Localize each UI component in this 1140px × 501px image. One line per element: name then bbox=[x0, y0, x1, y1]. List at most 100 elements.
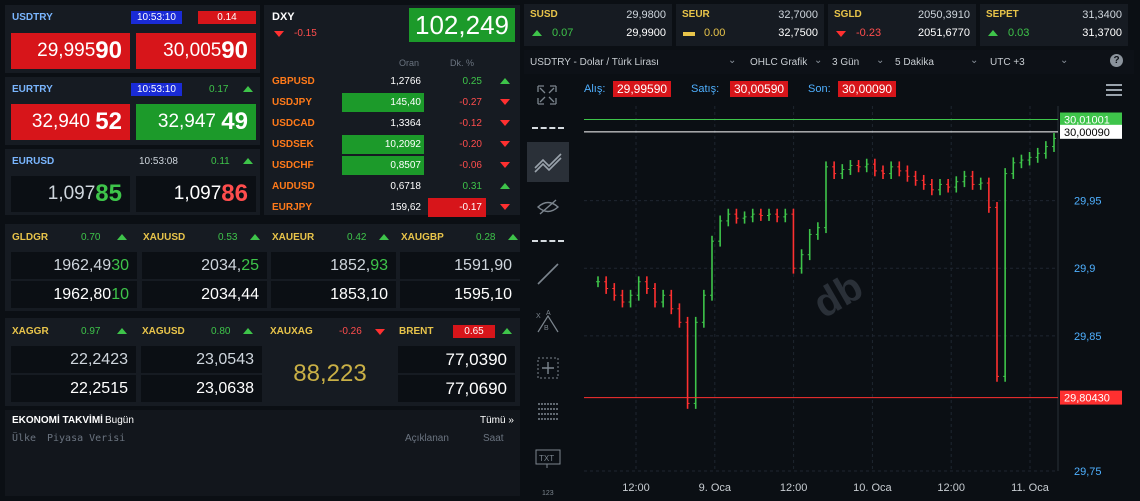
metal-bid[interactable]: 1852, 93 bbox=[271, 252, 396, 279]
metal-bid[interactable]: 1591,90 bbox=[400, 252, 520, 279]
draw-trend-tool[interactable] bbox=[527, 142, 569, 182]
fx-row[interactable]: USDCHF 0,8507 -0.06 bbox=[264, 155, 520, 176]
fx-change: -0.12 bbox=[459, 118, 482, 129]
metal-ask[interactable]: 1962,80 10 bbox=[11, 281, 137, 308]
metal-bid[interactable]: 1962,49 30 bbox=[11, 252, 137, 279]
chevron-down-icon[interactable]: ⌄ bbox=[728, 55, 736, 66]
xagusd-symbol[interactable]: XAGUSD bbox=[142, 326, 185, 337]
eurusd-panel[interactable]: EURUSD 10:53:08 0.11 1,097 85 1,097 86 bbox=[5, 149, 260, 215]
calendar-desc-header: Açıklanan bbox=[405, 433, 449, 444]
chevron-down-icon[interactable]: ⌄ bbox=[814, 55, 822, 66]
xauxag-symbol[interactable]: XAUXAG bbox=[270, 326, 313, 337]
help-icon[interactable]: ? bbox=[1110, 54, 1123, 67]
line-tool-icon[interactable] bbox=[536, 262, 560, 286]
usdtry-bid[interactable]: 29,995 90 bbox=[11, 33, 130, 69]
top-value-1: 2050,3910 bbox=[918, 9, 970, 21]
fx-change: -0.27 bbox=[459, 97, 482, 108]
metal-ask[interactable]: 1853,10 bbox=[271, 281, 396, 308]
top-quote[interactable]: SEUR 32,7000 32,7500 0.00 bbox=[676, 4, 824, 46]
metal-ask[interactable]: 2034,44 bbox=[142, 281, 267, 308]
fx-row[interactable]: USDSEK 10,2092 -0.20 bbox=[264, 134, 520, 155]
down-arrow-icon bbox=[836, 31, 846, 37]
xaggr-ask[interactable]: 22,2515 bbox=[11, 375, 136, 402]
change-header: Dk. % bbox=[450, 58, 475, 68]
metal-symbol[interactable]: XAUUSD bbox=[143, 232, 185, 243]
xagusd-bid[interactable]: 23,0543 bbox=[141, 346, 262, 373]
up-arrow-icon bbox=[117, 328, 127, 334]
eurtry-ask[interactable]: 32,947 49 bbox=[136, 104, 256, 140]
metal-ask[interactable]: 1595,10 bbox=[400, 281, 520, 308]
xaggr-bid[interactable]: 22,2423 bbox=[11, 346, 136, 373]
top-quote[interactable]: SEPET 31,3400 31,3700 0.03 bbox=[980, 4, 1128, 46]
fx-row[interactable]: AUDUSD 0,6718 0.31 bbox=[264, 176, 520, 197]
dxy-symbol[interactable]: DXY bbox=[272, 11, 295, 23]
crosshair-icon[interactable] bbox=[536, 356, 560, 380]
top-symbol[interactable]: SGLD bbox=[834, 9, 862, 20]
calendar-title: EKONOMİ TAKVİMİ bbox=[12, 415, 103, 426]
usdtry-ask[interactable]: 30,005 90 bbox=[136, 33, 256, 69]
usdtry-panel[interactable]: USDTRY 10:53:10 0.14 29,995 90 30,005 90 bbox=[5, 5, 260, 73]
usdtry-symbol[interactable]: USDTRY bbox=[12, 12, 53, 23]
brent-symbol[interactable]: BRENT bbox=[399, 326, 433, 337]
fx-symbol[interactable]: AUDUSD bbox=[272, 181, 315, 192]
pattern-tool-icon[interactable]: X A B bbox=[534, 308, 562, 336]
fx-row[interactable]: USDJPY 145,40 -0.27 bbox=[264, 92, 520, 113]
fx-symbol[interactable]: USDJPY bbox=[272, 97, 312, 108]
xagusd-ask[interactable]: 23,0638 bbox=[141, 375, 262, 402]
text-tool-icon[interactable]: TXT bbox=[535, 448, 561, 470]
price-label: 29,80430 bbox=[1064, 393, 1110, 405]
eurtry-symbol[interactable]: EURTRY bbox=[12, 84, 53, 95]
metal-symbol[interactable]: GLDGR bbox=[12, 232, 48, 243]
range-select[interactable]: 3 Gün bbox=[832, 57, 859, 68]
fx-row[interactable]: GBPUSD 1,2766 0.25 bbox=[264, 71, 520, 92]
eurtry-panel[interactable]: EURTRY 10:53:10 0.17 32,940 52 32,947 49 bbox=[5, 77, 260, 145]
xauxag-value[interactable]: 88,223 bbox=[267, 346, 393, 402]
price-chart[interactable]: 29,95 29,9 29,85 29,75 12:00 9. Oca 12:00 10. O… bbox=[576, 76, 1134, 496]
top-symbol[interactable]: SUSD bbox=[530, 9, 558, 20]
fibonacci-icon[interactable] bbox=[536, 401, 560, 423]
fx-rate: 1,3364 bbox=[390, 118, 421, 129]
eurtry-bid[interactable]: 32,940 52 bbox=[11, 104, 130, 140]
top-quote[interactable]: SUSD 29,9800 29,9900 0.07 bbox=[524, 4, 672, 46]
fx-symbol[interactable]: USDCAD bbox=[272, 118, 315, 129]
metal-symbol[interactable]: XAUGBP bbox=[401, 232, 444, 243]
brent-bid[interactable]: 77,0390 bbox=[398, 346, 515, 373]
eurusd-ask[interactable]: 1,097 86 bbox=[136, 176, 256, 212]
eurusd-symbol[interactable]: EURUSD bbox=[12, 156, 54, 167]
fx-symbol[interactable]: EURJPY bbox=[272, 202, 312, 213]
brent-ask[interactable]: 77,0690 bbox=[398, 375, 515, 402]
up-arrow-icon bbox=[502, 328, 512, 334]
hide-eye-icon[interactable] bbox=[536, 198, 560, 216]
chevron-down-icon[interactable]: ⌄ bbox=[970, 55, 978, 66]
fx-row[interactable]: EURJPY 159,62 -0.17 bbox=[264, 197, 520, 218]
down-arrow-icon bbox=[500, 204, 510, 210]
fx-symbol[interactable]: USDCHF bbox=[272, 160, 314, 171]
calendar-market-header: Piyasa Verisi bbox=[47, 433, 126, 444]
top-value-1: 32,7000 bbox=[778, 9, 818, 21]
fx-row[interactable]: USDCAD 1,3364 -0.12 bbox=[264, 113, 520, 134]
chart-type-select[interactable]: OHLC Grafik bbox=[750, 57, 807, 68]
top-symbol[interactable]: SEUR bbox=[682, 9, 710, 20]
interval-select[interactable]: 5 Dakika bbox=[895, 57, 934, 68]
top-value-2: 31,3700 bbox=[1082, 27, 1122, 39]
fx-symbol[interactable]: GBPUSD bbox=[272, 76, 315, 87]
eurusd-bid[interactable]: 1,097 85 bbox=[11, 176, 130, 212]
top-value-2: 32,7500 bbox=[778, 27, 818, 39]
xaggr-symbol[interactable]: XAGGR bbox=[12, 326, 49, 337]
dxy-value[interactable]: 102,249 bbox=[409, 8, 515, 42]
chart-area[interactable]: Alış: 29,99590 Satış: 30,00590 Son: 30,0… bbox=[576, 76, 1134, 496]
calendar-all-link[interactable]: Tümü » bbox=[480, 415, 514, 426]
fullscreen-icon[interactable] bbox=[536, 84, 558, 106]
metal-symbol[interactable]: XAUEUR bbox=[272, 232, 314, 243]
timezone-select[interactable]: UTC +3 bbox=[990, 57, 1025, 68]
top-symbol[interactable]: SEPET bbox=[986, 9, 1019, 20]
metals-panel: GLDGR 0.70 1962,49 30 1962,80 10 XAUUSD 0.53 203… bbox=[5, 224, 520, 311]
chevron-down-icon[interactable]: ⌄ bbox=[876, 55, 884, 66]
down-arrow-icon bbox=[500, 162, 510, 168]
metal-change: 0.53 bbox=[218, 232, 238, 243]
top-quote[interactable]: SGLD 2050,3910 2051,6770 -0.23 bbox=[828, 4, 976, 46]
metal-bid[interactable]: 2034, 25 bbox=[142, 252, 267, 279]
fx-symbol[interactable]: USDSEK bbox=[272, 139, 314, 150]
svg-text:B: B bbox=[544, 325, 549, 332]
chevron-down-icon[interactable]: ⌄ bbox=[1060, 55, 1068, 66]
